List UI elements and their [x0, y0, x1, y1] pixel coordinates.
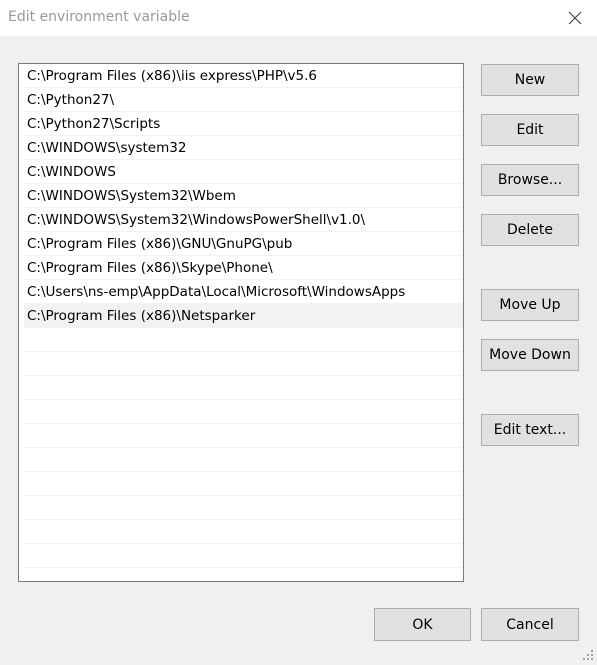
empty-list-row[interactable]: [24, 352, 463, 376]
path-list-rows: C:\Program Files (x86)\iis express\PHP\v…: [24, 64, 463, 568]
empty-list-row[interactable]: [24, 376, 463, 400]
close-button[interactable]: [558, 2, 592, 34]
empty-list-row[interactable]: [24, 448, 463, 472]
move-up-button[interactable]: Move Up: [481, 289, 579, 321]
list-item[interactable]: C:\WINDOWS: [24, 160, 463, 184]
new-button[interactable]: New: [481, 64, 579, 96]
list-item[interactable]: C:\WINDOWS\System32\WindowsPowerShell\v1…: [24, 208, 463, 232]
close-icon: [568, 11, 582, 25]
empty-list-row[interactable]: [24, 520, 463, 544]
window-title: Edit environment variable: [8, 9, 190, 25]
list-item[interactable]: C:\Users\ns-emp\AppData\Local\Microsoft\…: [24, 280, 463, 304]
empty-list-row[interactable]: [24, 544, 463, 568]
empty-list-row[interactable]: [24, 472, 463, 496]
move-down-button[interactable]: Move Down: [481, 339, 579, 371]
browse-button[interactable]: Browse...: [481, 164, 579, 196]
delete-button[interactable]: Delete: [481, 214, 579, 246]
list-item[interactable]: C:\Program Files (x86)\iis express\PHP\v…: [24, 64, 463, 88]
list-item[interactable]: C:\WINDOWS\system32: [24, 136, 463, 160]
edit-text-button[interactable]: Edit text...: [481, 414, 579, 446]
ok-button[interactable]: OK: [374, 608, 471, 641]
list-item[interactable]: C:\WINDOWS\System32\Wbem: [24, 184, 463, 208]
list-item[interactable]: C:\Python27\: [24, 88, 463, 112]
list-item[interactable]: C:\Program Files (x86)\GNU\GnuPG\pub: [24, 232, 463, 256]
list-item[interactable]: C:\Program Files (x86)\Skype\Phone\: [24, 256, 463, 280]
empty-list-row[interactable]: [24, 496, 463, 520]
resize-grip-icon[interactable]: [580, 647, 594, 661]
path-list[interactable]: C:\Program Files (x86)\iis express\PHP\v…: [18, 63, 464, 582]
empty-list-row[interactable]: [24, 424, 463, 448]
cancel-button[interactable]: Cancel: [481, 608, 579, 641]
edit-button[interactable]: Edit: [481, 114, 579, 146]
empty-list-row[interactable]: [24, 400, 463, 424]
list-item[interactable]: C:\Program Files (x86)\Netsparker: [24, 304, 463, 328]
empty-list-row[interactable]: [24, 328, 463, 352]
list-item[interactable]: C:\Python27\Scripts: [24, 112, 463, 136]
title-bar: Edit environment variable: [0, 0, 597, 36]
